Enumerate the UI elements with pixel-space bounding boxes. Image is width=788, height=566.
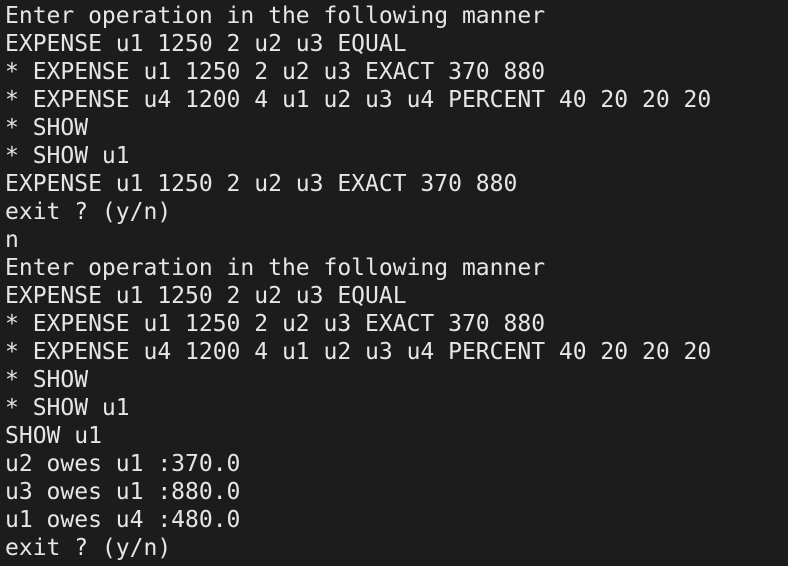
terminal-line-instructions-header: Enter operation in the following manner (5, 3, 546, 29)
terminal-line-example-equal: EXPENSE u1 1250 2 u2 u3 EQUAL (5, 31, 407, 57)
terminal-line-user-input: EXPENSE u1 1250 2 u2 u3 EXACT 370 880 (5, 171, 518, 197)
terminal-line-exit-prompt: exit ? (y/n) (5, 199, 172, 225)
terminal-input-line[interactable] (5, 562, 788, 566)
terminal-line-user-input: SHOW u1 (5, 423, 102, 449)
terminal-line-exit-prompt: exit ? (y/n) (5, 535, 172, 561)
terminal-line-output: u3 owes u1 :880.0 (5, 479, 241, 505)
terminal-line-instructions-header: Enter operation in the following manner (5, 255, 546, 281)
terminal-line-example-exact: * EXPENSE u1 1250 2 u2 u3 EXACT 370 880 (5, 311, 546, 337)
terminal-line-example-show-user: * SHOW u1 (5, 395, 130, 421)
terminal-window[interactable]: Enter operation in the following manner … (0, 0, 788, 566)
terminal-line-example-percent: * EXPENSE u4 1200 4 u1 u2 u3 u4 PERCENT … (5, 339, 712, 365)
terminal-line-output: u1 owes u4 :480.0 (5, 507, 241, 533)
terminal-line-example-show-user: * SHOW u1 (5, 143, 130, 169)
terminal-line-example-exact: * EXPENSE u1 1250 2 u2 u3 EXACT 370 880 (5, 59, 546, 85)
terminal-line-example-show: * SHOW (5, 367, 89, 393)
terminal-line-user-input: n (5, 227, 19, 253)
terminal-line-example-show: * SHOW (5, 115, 89, 141)
terminal-line-output: u2 owes u1 :370.0 (5, 451, 241, 477)
terminal-line-example-percent: * EXPENSE u4 1200 4 u1 u2 u3 u4 PERCENT … (5, 87, 712, 113)
terminal-line-example-equal: EXPENSE u1 1250 2 u2 u3 EQUAL (5, 283, 407, 309)
